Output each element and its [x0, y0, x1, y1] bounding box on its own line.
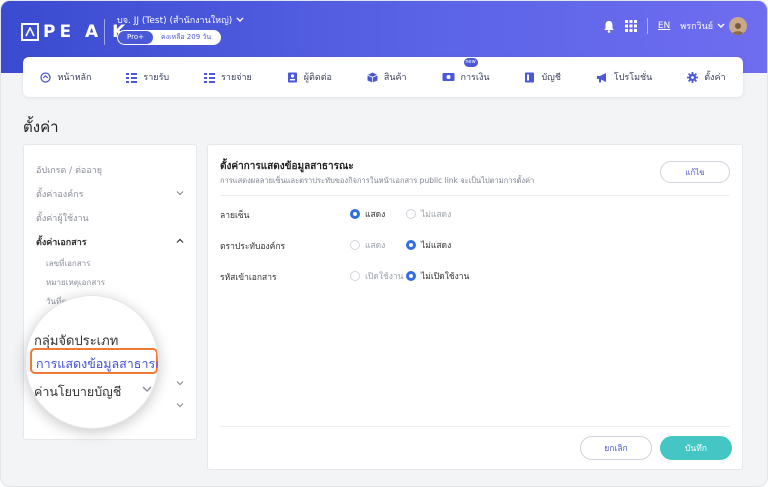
radio-dot	[350, 271, 360, 281]
bell-icon[interactable]	[603, 20, 615, 33]
divider	[220, 195, 730, 196]
plan-remaining: คงเหลือ 209 วัน	[160, 33, 212, 41]
panel-title: ตั้งค่าการแสดงข้อมูลสาธารณะ	[220, 161, 354, 172]
divider	[646, 18, 648, 34]
money-icon	[442, 73, 455, 81]
nav-item-accounting[interactable]: บัญชี	[524, 70, 561, 84]
radio-label: เปิดใช้งาน	[365, 272, 404, 282]
chevron-down-icon[interactable]	[176, 379, 184, 387]
sidebar-subitem-doc-note[interactable]: หมายเหตุเอกสาร	[46, 276, 105, 289]
receipt-icon	[126, 72, 138, 83]
radio-dot	[406, 240, 416, 250]
company-seal-label: ตราประทับองค์กร	[220, 242, 286, 252]
plan-status[interactable]: Pro+ คงเหลือ 209 วัน	[117, 30, 221, 45]
passcode-disable-radio[interactable]: ไม่เปิดใช้งาน	[406, 269, 469, 283]
radio-label: ไม่แสดง	[421, 210, 452, 220]
user-name: พรกวินย์	[680, 22, 713, 32]
magnified-item-accounting-policy[interactable]: ค่านโยบายบัญชี	[34, 382, 121, 402]
box-icon	[367, 72, 378, 82]
nav-label: การเงิน	[460, 73, 490, 83]
home-icon	[40, 71, 52, 83]
nav-label: ผู้ติดต่อ	[303, 73, 332, 83]
sidebar-item-documents[interactable]: ตั้งค่าเอกสาร	[36, 235, 87, 249]
chevron-down-icon	[717, 23, 725, 28]
megaphone-icon	[596, 72, 606, 82]
nav-label: สินค้า	[383, 73, 407, 83]
expense-icon	[204, 72, 216, 83]
ledger-icon	[525, 72, 535, 82]
radio-dot	[350, 209, 360, 219]
app-window: PE A K บจ. JJ (Test) (สำนักงานใหญ่) Pro+…	[0, 0, 768, 487]
signature-show-radio[interactable]: แสดง	[350, 207, 385, 221]
sidebar-item-upgrade[interactable]: อัปเกรด / ต่ออายุ	[36, 163, 102, 177]
nav-item-settings[interactable]: ตั้งค่า	[687, 70, 726, 84]
nav-label: ตั้งค่า	[704, 73, 726, 83]
user-menu[interactable]: พรกวินย์	[680, 17, 747, 35]
top-right-tools: EN พรกวินย์	[603, 15, 747, 37]
chevron-down-icon	[236, 17, 244, 22]
language-switch[interactable]: EN	[658, 21, 670, 31]
main-nav: หน้าหลัก รายรับ รายจ่าย ผู้ติดต่อ สินค้า…	[23, 57, 743, 97]
radio-label: ไม่เปิดใช้งาน	[421, 272, 470, 282]
nav-label: รายรับ	[143, 73, 170, 83]
new-badge: new	[463, 58, 478, 67]
panel-description: การแสดงผลลายเซ็นและตราประทับของกิจการในห…	[220, 176, 535, 185]
radio-dot	[350, 240, 360, 250]
company-name: บจ. JJ (Test) (สำนักงานใหญ่)	[117, 16, 233, 26]
sidebar-subitem-doc-number[interactable]: เลขที่เอกสาร	[46, 257, 90, 270]
chevron-down-icon[interactable]	[176, 189, 184, 197]
cancel-button[interactable]: ยกเลิก	[580, 436, 652, 460]
gear-icon	[687, 71, 699, 83]
magnified-item-public-info[interactable]: การแสดงข้อมูลสาธารณะ	[30, 348, 158, 374]
nav-label: หน้าหลัก	[57, 73, 92, 83]
nav-item-income[interactable]: รายรับ	[126, 70, 169, 84]
plan-badge: Pro+	[118, 31, 153, 44]
radio-dot	[406, 209, 416, 219]
radio-label: แสดง	[365, 241, 386, 251]
chevron-up-icon[interactable]	[176, 237, 184, 245]
apps-grid-icon[interactable]	[624, 20, 637, 32]
divider	[220, 426, 730, 427]
save-button[interactable]: บันทึก	[660, 436, 732, 460]
zoom-magnifier: กลุ่มจัดประเภท การแสดงข้อมูลสาธารณะ ค่าน…	[25, 295, 159, 429]
company-selector[interactable]: บจ. JJ (Test) (สำนักงานใหญ่)	[117, 13, 244, 27]
signature-hide-radio[interactable]: ไม่แสดง	[406, 207, 451, 221]
radio-dot	[406, 271, 416, 281]
nav-item-expense[interactable]: รายจ่าย	[204, 70, 252, 84]
nav-item-home[interactable]: หน้าหลัก	[40, 70, 92, 84]
seal-hide-radio[interactable]: ไม่แสดง	[406, 238, 451, 252]
passcode-enable-radio[interactable]: เปิดใช้งาน	[350, 269, 403, 283]
contact-icon	[287, 72, 297, 82]
nav-item-promotions[interactable]: โปรโมชั่น	[596, 70, 652, 84]
divider	[104, 19, 105, 45]
nav-item-contacts[interactable]: ผู้ติดต่อ	[287, 70, 332, 84]
logo-mark-icon	[21, 23, 39, 41]
radio-label: แสดง	[365, 210, 386, 220]
nav-item-products[interactable]: สินค้า	[367, 70, 407, 84]
nav-label: โปรโมชั่น	[613, 73, 653, 83]
sidebar-item-users[interactable]: ตั้งค่าผู้ใช้งาน	[36, 211, 89, 225]
page-title: ตั้งค่า	[23, 118, 59, 136]
seal-show-radio[interactable]: แสดง	[350, 238, 385, 252]
nav-label: รายจ่าย	[221, 73, 252, 83]
chevron-down-icon[interactable]	[176, 401, 184, 409]
chevron-down-icon	[142, 386, 152, 392]
radio-label: ไม่แสดง	[421, 241, 452, 251]
peak-logo[interactable]: PE A K	[21, 20, 129, 44]
edit-button[interactable]: แก้ไข	[660, 161, 730, 183]
magnified-item-label: การแสดงข้อมูลสาธารณะ	[36, 356, 158, 371]
document-passcode-label: รหัสเข้าเอกสาร	[220, 273, 277, 283]
public-info-settings-panel: ตั้งค่าการแสดงข้อมูลสาธารณะ การแสดงผลลาย…	[207, 144, 743, 470]
nav-item-finance[interactable]: new การเงิน	[442, 58, 490, 84]
signature-label: ลายเซ็น	[220, 211, 250, 221]
sidebar-item-organization[interactable]: ตั้งค่าองค์กร	[36, 187, 83, 201]
nav-label: บัญชี	[541, 73, 561, 83]
avatar	[729, 17, 747, 35]
